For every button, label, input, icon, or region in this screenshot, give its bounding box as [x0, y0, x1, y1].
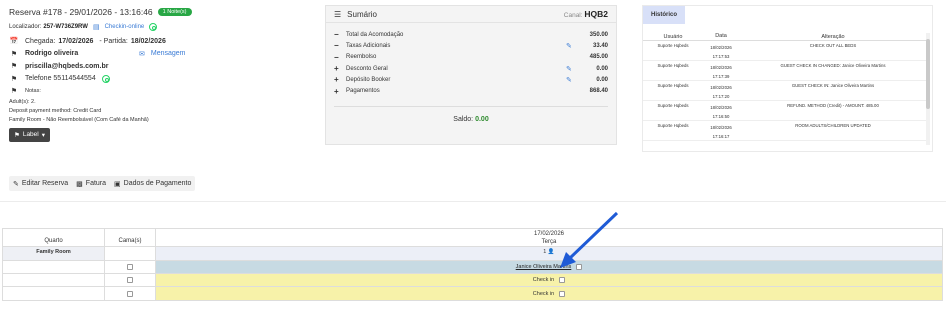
- arrow-shaft: [568, 211, 619, 260]
- annotation-arrow: [560, 211, 619, 268]
